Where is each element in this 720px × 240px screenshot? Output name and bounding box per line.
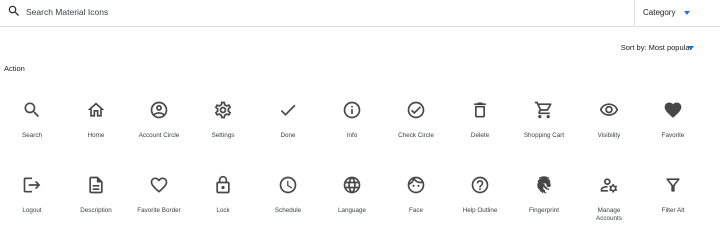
manage-accounts-icon [599, 175, 619, 195]
icon-label: Manage Accounts [596, 207, 622, 222]
shopping-cart-icon [534, 100, 554, 120]
section-title: Action [4, 64, 25, 73]
favorite-icon [663, 100, 683, 120]
icon-tile-filter-alt[interactable]: Filter Alt [641, 167, 705, 233]
search-input[interactable] [26, 4, 616, 20]
language-icon [342, 175, 362, 195]
icon-label: Language [337, 207, 367, 214]
category-dropdown[interactable]: Category [635, 0, 720, 27]
icon-row: Search Home Account Circle Settings Done… [0, 92, 720, 167]
icon-label: Favorite Border [137, 207, 181, 214]
fingerprint-icon [534, 175, 554, 195]
icon-tile-home[interactable]: Home [64, 92, 128, 158]
description-icon [86, 175, 106, 195]
check-circle-icon [406, 100, 426, 120]
icon-label: Lock [216, 207, 230, 214]
icon-tile-schedule[interactable]: Schedule [256, 167, 320, 233]
icon-label: Visibility [597, 132, 621, 139]
icon-tile-lock[interactable]: Lock [191, 167, 255, 233]
icon-label: Logout [22, 207, 42, 214]
chevron-down-icon [684, 11, 690, 15]
icon-tile-account-circle[interactable]: Account Circle [127, 92, 191, 158]
icon-row: Logout Description Favorite Border Lock … [0, 167, 720, 240]
icon-tile-language[interactable]: Language [320, 167, 384, 233]
schedule-icon [278, 175, 298, 195]
icon-tile-help-outline[interactable]: Help Outline [448, 167, 512, 233]
icon-tile-done[interactable]: Done [256, 92, 320, 158]
face-icon [406, 175, 426, 195]
icon-label: Favorite [661, 132, 685, 139]
icon-label: Home [87, 132, 105, 139]
icon-label: Check Circle [398, 132, 434, 139]
icon-label: Description [80, 207, 112, 214]
icon-tile-fingerprint[interactable]: Fingerprint [512, 167, 576, 233]
chevron-down-icon [688, 46, 694, 50]
icon-label: Account Circle [138, 132, 180, 139]
icon-grid: Search Home Account Circle Settings Done… [0, 92, 720, 240]
icon-label: Search [22, 132, 42, 139]
icon-label: Settings [211, 132, 235, 139]
visibility-icon [599, 100, 619, 120]
icon-tile-favorite[interactable]: Favorite [641, 92, 705, 158]
icon-tile-settings[interactable]: Settings [191, 92, 255, 158]
icon-tile-info[interactable]: Info [320, 92, 384, 158]
icon-label: Done [280, 132, 296, 139]
icon-tile-shopping-cart[interactable]: Shopping Cart [512, 92, 576, 158]
icon-label: Info [346, 132, 358, 139]
icon-tile-description[interactable]: Description [64, 167, 128, 233]
account-circle-icon [149, 100, 169, 120]
icon-label: Filter Alt [661, 207, 685, 214]
lock-icon [213, 175, 233, 195]
icon-tile-check-circle[interactable]: Check Circle [384, 92, 448, 158]
search-icon [22, 100, 42, 120]
icon-tile-visibility[interactable]: Visibility [577, 92, 641, 158]
delete-icon [470, 100, 490, 120]
sort-dropdown[interactable]: Sort by: Most popular [621, 43, 692, 52]
icon-tile-logout[interactable]: Logout [0, 167, 64, 233]
help-outline-icon [470, 175, 490, 195]
icon-tile-favorite-border[interactable]: Favorite Border [127, 167, 191, 233]
icon-tile-delete[interactable]: Delete [448, 92, 512, 158]
icon-tile-search[interactable]: Search [0, 92, 64, 158]
logout-icon [22, 175, 42, 195]
icon-label: Shopping Cart [523, 132, 565, 139]
category-label: Category [643, 8, 676, 17]
favorite-border-icon [149, 175, 169, 195]
done-icon [278, 100, 298, 120]
icon-tile-manage-accounts[interactable]: Manage Accounts [577, 167, 641, 233]
icon-tile-face[interactable]: Face [384, 167, 448, 233]
home-icon [86, 100, 106, 120]
icon-label: Face [409, 207, 423, 214]
info-icon [342, 100, 362, 120]
icon-label: Delete [470, 132, 490, 139]
icon-label: Fingerprint [528, 207, 560, 214]
icon-label: Schedule [274, 207, 302, 214]
settings-icon [213, 100, 233, 120]
icon-label: Help Outline [462, 207, 498, 214]
search-icon[interactable] [7, 4, 21, 18]
filter-alt-icon [663, 175, 683, 195]
search-bar: Category [0, 0, 720, 27]
